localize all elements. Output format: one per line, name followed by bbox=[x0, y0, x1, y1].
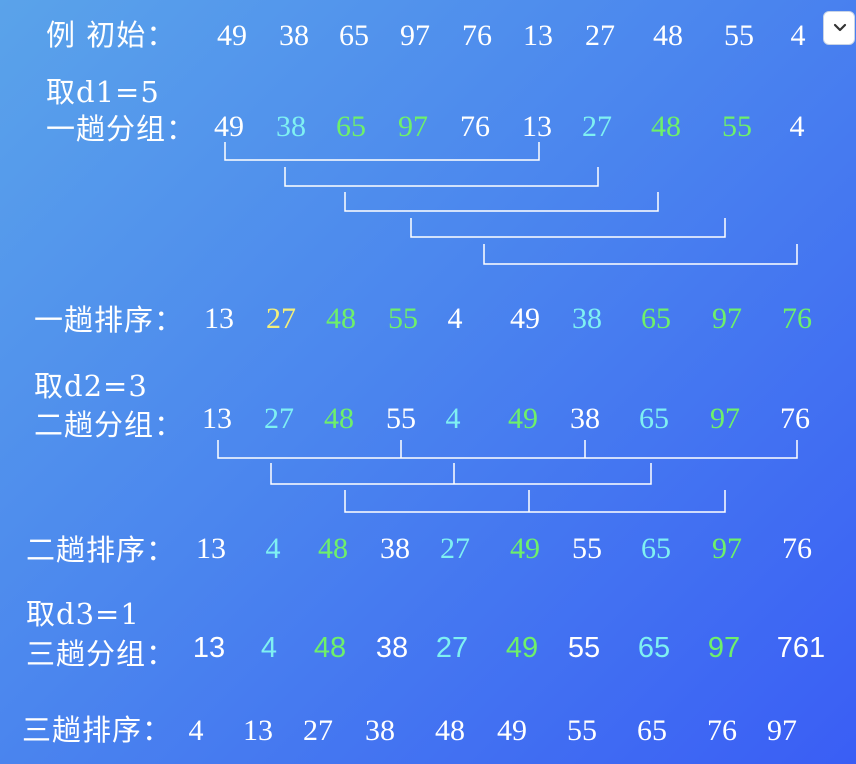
group-bracket bbox=[284, 167, 599, 187]
group-bracket bbox=[217, 440, 798, 459]
group-bracket bbox=[344, 490, 726, 513]
group-bracket bbox=[483, 244, 798, 265]
group-bracket bbox=[224, 142, 540, 161]
group-bracket bbox=[410, 218, 726, 238]
grouping-brackets bbox=[217, 142, 798, 513]
group-bracket bbox=[270, 463, 652, 485]
group-bracket bbox=[344, 192, 659, 212]
